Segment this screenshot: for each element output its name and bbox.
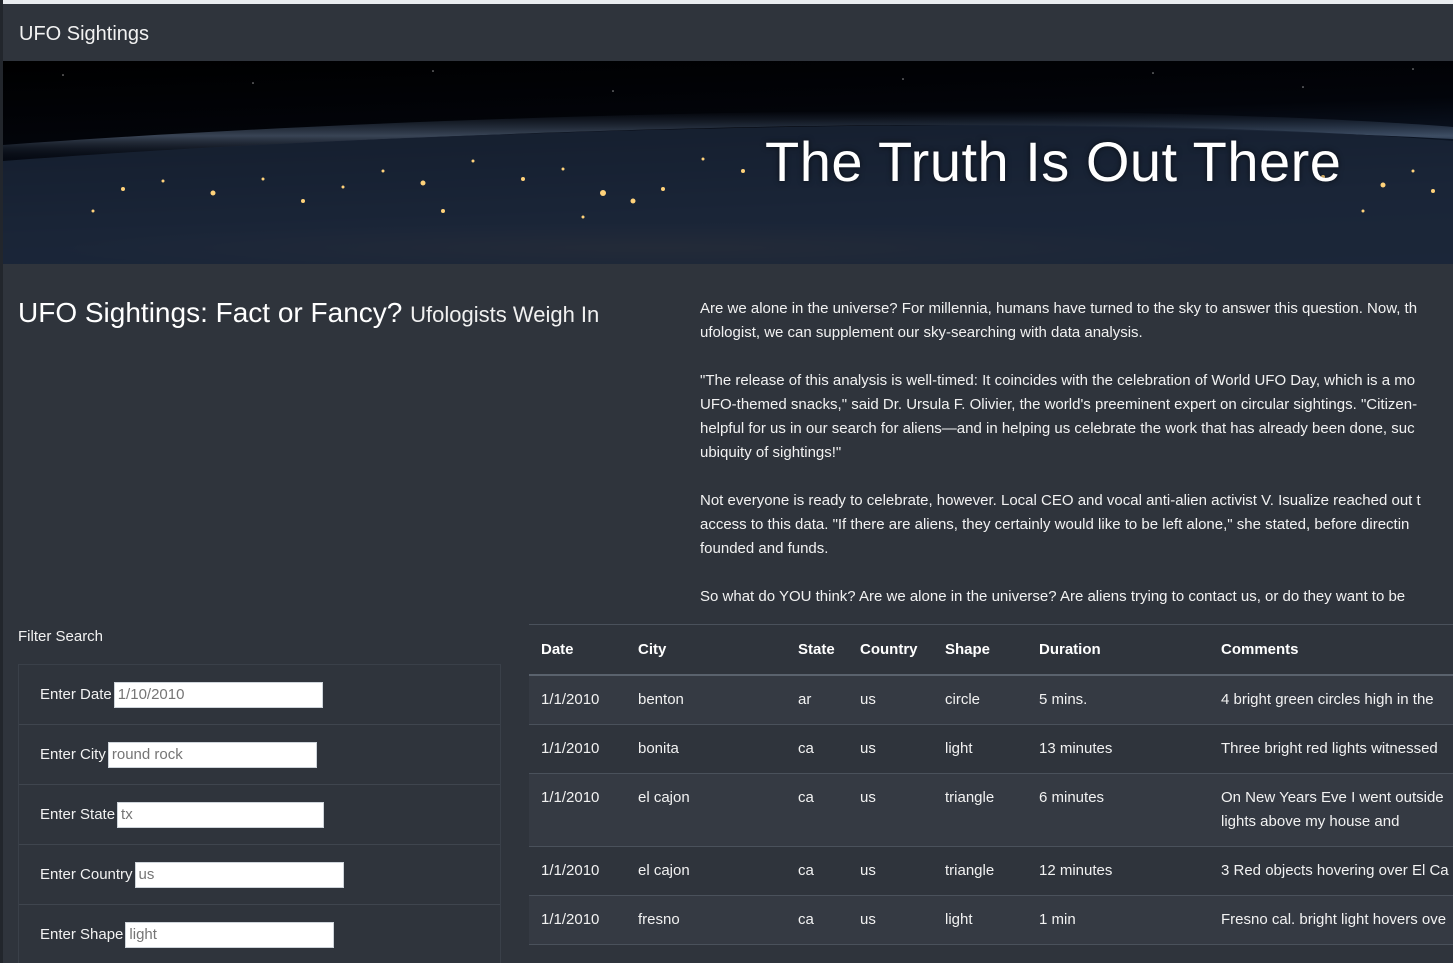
table-cell-duration: 12 minutes [1027,846,1209,896]
article-paragraph: Not everyone is ready to celebrate, howe… [700,489,1453,561]
comment-line: On New Years Eve I went outside [1221,789,1444,806]
sightings-table: Date City State Country Shape Duration Comment… [529,624,1453,945]
navbar: UFO Sightings [3,4,1453,61]
table-row: 1/1/2010 bonita ca us light 13 minutes Three b… [529,724,1453,774]
sightings-table-container: Date City State Country Shape Duration Comment… [529,624,1453,945]
table-row: 1/1/2010 el cajon ca us triangle 12 minutes 3 … [529,846,1453,896]
table-cell-state: ar [786,675,848,725]
table-cell-date: 1/1/2010 [529,895,626,945]
table-cell-country: us [848,724,933,774]
table-cell-state: ca [786,773,848,847]
city-filter-input[interactable] [107,741,317,768]
table-cell-duration: 5 mins. [1027,675,1209,725]
hero-banner: The Truth Is Out There [3,61,1453,264]
table-cell-state: ca [786,724,848,774]
table-cell-city: benton [626,675,786,725]
table-cell-comments: 3 Red objects hovering over El Ca [1209,846,1453,896]
table-cell-date: 1/1/2010 [529,846,626,896]
article-line: So what do YOU think? Are we alone in th… [700,588,1406,605]
table-cell-comments: On New Years Eve I went outside lights ab… [1209,773,1453,847]
comment-line: Three bright red lights witnessed [1221,740,1438,757]
article-line: access to this data. "If there are alien… [700,516,1410,533]
table-cell-country: us [848,846,933,896]
article-line: Not everyone is ready to celebrate, howe… [700,492,1421,509]
table-cell-date: 1/1/2010 [529,675,626,725]
column-header-comments: Comments [1209,624,1453,676]
table-cell-city: el cajon [626,773,786,847]
filter-label: Enter Date [40,686,112,703]
table-cell-comments: Fresno cal. bright light hovers ove [1209,895,1453,945]
table-cell-city: bonita [626,724,786,774]
table-cell-state: ca [786,846,848,896]
article-title: UFO Sightings: Fact or Fancy? [18,297,403,328]
country-filter-input[interactable] [134,861,344,888]
article-line: UFO-themed snacks," said Dr. Ursula F. O… [700,396,1418,413]
filter-label: Enter City [40,746,106,763]
table-cell-country: us [848,675,933,725]
table-header: Date City State Country Shape Duration Comment… [529,624,1453,676]
navbar-brand-link[interactable]: UFO Sightings [19,23,149,46]
filter-label: Enter Shape [40,926,124,943]
column-header-shape: Shape [933,624,1027,676]
filter-search-title: Filter Search [18,628,104,645]
filter-item: Enter Date [19,665,500,725]
column-header-city: City [626,624,786,676]
filter-item: Enter State [19,785,500,845]
table-cell-shape: light [933,895,1027,945]
comment-line: 4 bright green circles high in the [1221,691,1434,708]
filter-item: Enter Country [19,845,500,905]
filter-list: Enter Date Enter City Enter State Enter Cou… [18,664,501,963]
table-cell-duration: 1 min [1027,895,1209,945]
table-cell-city: el cajon [626,846,786,896]
article-paragraph: So what do YOU think? Are we alone in th… [700,585,1453,609]
table-cell-comments: Three bright red lights witnessed [1209,724,1453,774]
table-cell-shape: triangle [933,773,1027,847]
filter-item: Enter City [19,725,500,785]
page: UFO Sightings The Truth Is Out There UFO… [3,0,1453,963]
filter-label: Enter Country [40,866,133,883]
column-header-country: Country [848,624,933,676]
shape-filter-input[interactable] [125,921,335,948]
table-header-row: Date City State Country Shape Duration Comment… [529,624,1453,676]
article-line: ubiquity of sightings!" [700,444,842,461]
column-header-date: Date [529,624,626,676]
article-line: Are we alone in the universe? For millen… [700,300,1418,317]
table-cell-comments: 4 bright green circles high in the [1209,675,1453,725]
comment-line: Fresno cal. bright light hovers ove [1221,911,1447,928]
table-cell-shape: triangle [933,846,1027,896]
table-cell-date: 1/1/2010 [529,724,626,774]
table-cell-duration: 6 minutes [1027,773,1209,847]
column-header-state: State [786,624,848,676]
table-body: 1/1/2010 benton ar us circle 5 mins. 4 bright … [529,675,1453,945]
table-cell-shape: circle [933,675,1027,725]
filter-label: Enter State [40,806,116,823]
table-cell-country: us [848,773,933,847]
article-line: "The release of this analysis is well-ti… [700,372,1416,389]
filter-item: Enter Shape [19,905,500,963]
table-row: 1/1/2010 fresno ca us light 1 min Fresno cal. … [529,895,1453,945]
table-cell-state: ca [786,895,848,945]
comment-line: 3 Red objects hovering over El Ca [1221,862,1449,879]
article-subtitle: Ufologists Weigh In [410,302,600,327]
table-cell-duration: 13 minutes [1027,724,1209,774]
article-line: ufologist, we can supplement our sky-sea… [700,324,1143,341]
article-paragraph: "The release of this analysis is well-ti… [700,369,1453,465]
table-cell-date: 1/1/2010 [529,773,626,847]
state-filter-input[interactable] [117,801,325,828]
article-line: founded and funds. [700,540,829,557]
article-heading: UFO Sightings: Fact or Fancy? Ufologists… [18,297,599,329]
table-row: 1/1/2010 el cajon ca us triangle 6 minutes On … [529,773,1453,847]
table-cell-shape: light [933,724,1027,774]
comment-line: lights above my house and [1221,813,1400,830]
article-paragraph: Are we alone in the universe? For millen… [700,297,1453,345]
table-row: 1/1/2010 benton ar us circle 5 mins. 4 bright … [529,675,1453,725]
article-line: helpful for us in our search for aliens—… [700,420,1415,437]
table-cell-city: fresno [626,895,786,945]
article-body: Are we alone in the universe? For millen… [700,297,1453,633]
date-filter-input[interactable] [113,681,323,708]
hero-title: The Truth Is Out There [765,130,1342,193]
column-header-duration: Duration [1027,624,1209,676]
table-cell-country: us [848,895,933,945]
